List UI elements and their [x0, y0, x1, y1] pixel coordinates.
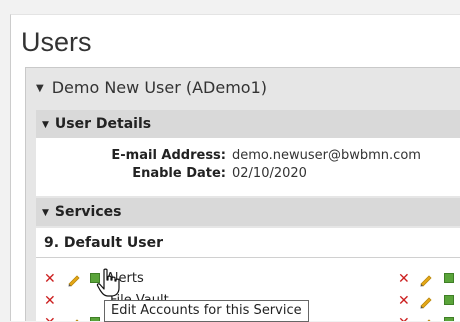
x-icon[interactable]: ✕ — [398, 290, 410, 312]
user-details-body: E-mail Address: demo.newuser@bwbmn.com E… — [36, 138, 460, 196]
users-page: Users ▼ Demo New User (ADemo1) ▼ User Deta… — [10, 14, 460, 321]
services-title: Services — [54, 204, 122, 220]
user-name: Demo New User (ADemo1) — [51, 78, 268, 97]
enable-date-value: 02/10/2020 — [232, 166, 307, 181]
email-label: E-mail Address: — [111, 148, 226, 163]
pencil-icon[interactable] — [66, 315, 82, 321]
user-header[interactable]: ▼ Demo New User (ADemo1) — [36, 78, 267, 97]
x-icon[interactable]: ✕ — [44, 268, 56, 290]
user-panel: ▼ Demo New User (ADemo1) ▼ User Details E-… — [25, 67, 460, 321]
collapse-triangle-icon[interactable]: ▼ — [36, 83, 44, 94]
user-details-title: User Details — [54, 116, 152, 132]
pencil-icon[interactable] — [418, 271, 434, 287]
collapse-triangle-icon[interactable]: ▼ — [42, 111, 49, 139]
hand-pointer-icon — [96, 268, 120, 297]
service-group: 9. Default User — [36, 228, 460, 258]
x-icon[interactable]: ✕ — [398, 268, 410, 290]
x-icon[interactable]: ✕ — [44, 290, 56, 312]
tooltip: Edit Accounts for this Service — [104, 300, 309, 322]
service-square-icon[interactable] — [444, 273, 454, 283]
email-value: demo.newuser@bwbmn.com — [232, 148, 421, 163]
service-square-icon[interactable] — [444, 317, 454, 321]
services-header[interactable]: ▼ Services — [36, 198, 460, 226]
pencil-icon[interactable] — [418, 315, 434, 321]
enable-date-label: Enable Date: — [132, 166, 226, 181]
collapse-triangle-icon[interactable]: ▼ — [42, 199, 49, 227]
service-square-icon[interactable] — [90, 317, 100, 321]
pencil-icon[interactable] — [418, 293, 434, 309]
page-title: Users — [21, 27, 92, 57]
user-details-header[interactable]: ▼ User Details — [36, 110, 460, 138]
service-square-icon[interactable] — [444, 295, 454, 305]
pencil-icon[interactable] — [66, 271, 82, 287]
